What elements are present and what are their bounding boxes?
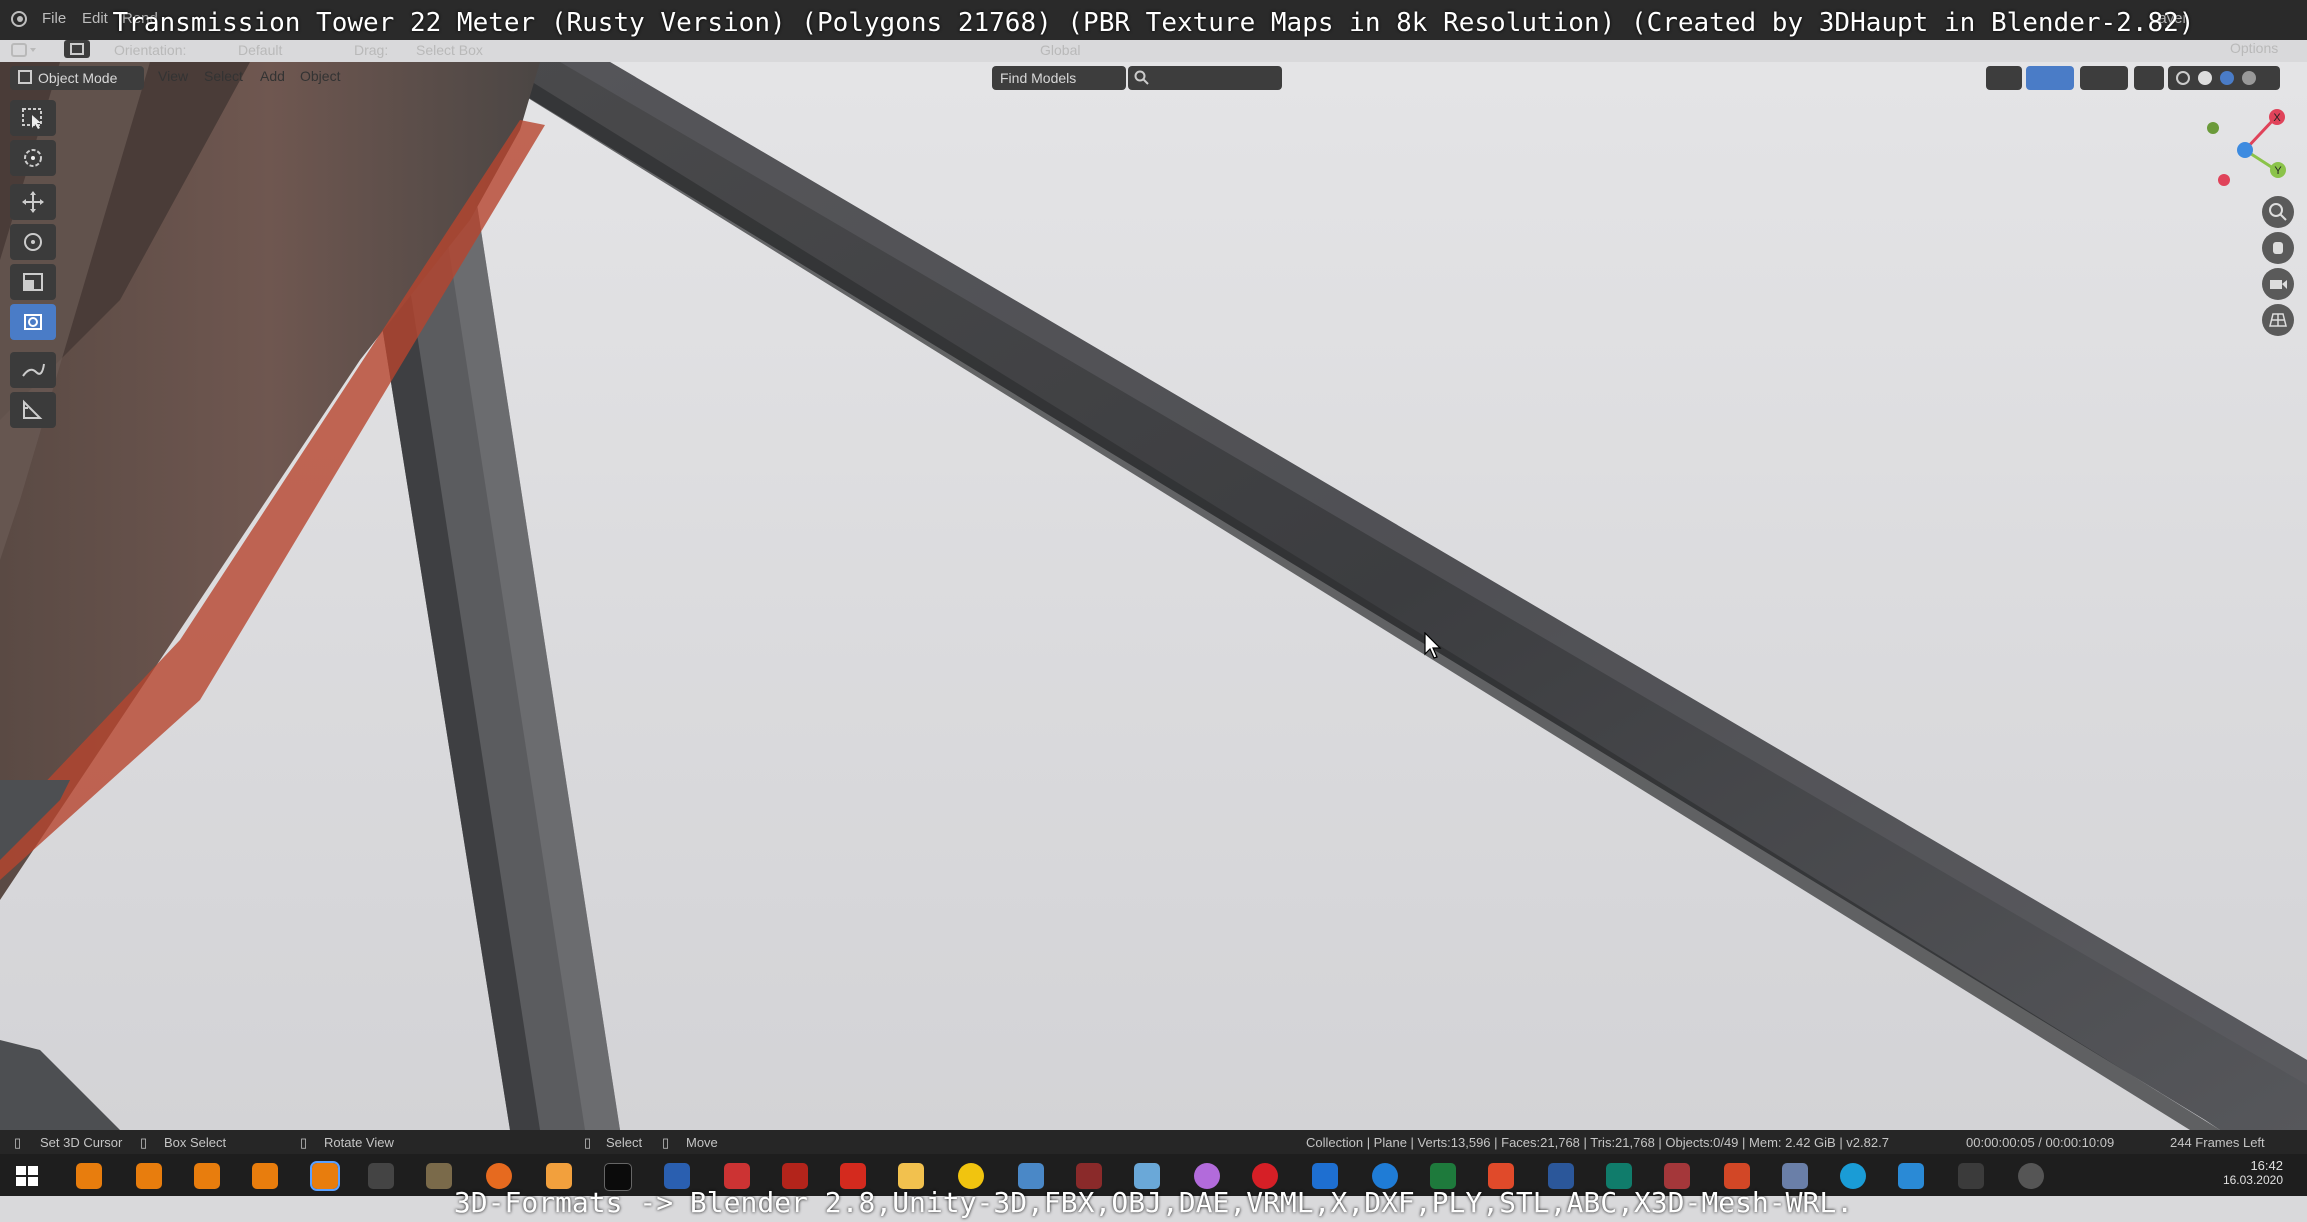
neg-y-axis-icon[interactable] — [2207, 122, 2219, 134]
3d-viewport[interactable] — [0, 62, 2307, 1130]
rendered-shading-icon[interactable] — [2242, 71, 2256, 85]
material-shading-icon[interactable] — [2220, 71, 2234, 85]
mouse-select-icon: ▯ — [584, 1135, 592, 1150]
move-tool-icon[interactable] — [10, 184, 56, 220]
select-box-tool-icon[interactable] — [10, 100, 56, 136]
status-rotate-view: Rotate View — [324, 1135, 394, 1150]
mouse-middle-icon: ▯ — [140, 1135, 148, 1150]
system-clock[interactable]: 16:42 16.03.2020 — [2223, 1158, 2283, 1187]
z-axis-icon[interactable] — [2237, 142, 2253, 158]
menu-select[interactable]: Select — [204, 68, 243, 84]
menu-add[interactable]: Add — [260, 68, 285, 84]
overlays-toggle-icon[interactable] — [2080, 66, 2128, 90]
object-mode-icon — [18, 70, 32, 84]
status-move: Move — [686, 1135, 718, 1150]
search-icon — [1134, 70, 1149, 85]
gizmo-toggle-icon[interactable] — [2026, 66, 2074, 90]
perspective-grid-icon[interactable] — [2262, 304, 2294, 336]
transform-tool-icon[interactable] — [10, 304, 56, 340]
camera-view-icon[interactable] — [2262, 268, 2294, 300]
mouse-right-icon: ▯ — [300, 1135, 308, 1150]
neg-x-axis-icon[interactable] — [2218, 174, 2230, 186]
menu-view[interactable]: View — [158, 68, 188, 84]
mouse-left-icon: ▯ — [14, 1135, 22, 1150]
y-axis-label: Y — [2274, 165, 2282, 177]
overlay-title-caption: Transmission Tower 22 Meter (Rusty Versi… — [112, 8, 2195, 38]
status-select: Select — [606, 1135, 643, 1150]
search-input[interactable] — [1128, 66, 1282, 90]
zoom-icon[interactable] — [2262, 196, 2294, 228]
shading-mode-buttons[interactable] — [2168, 66, 2280, 90]
mouse-move-icon: ▯ — [662, 1135, 670, 1150]
xray-toggle-icon[interactable] — [2134, 66, 2164, 90]
pan-hand-icon[interactable] — [2262, 232, 2294, 264]
wireframe-shading-icon[interactable] — [2176, 71, 2190, 85]
find-models-label: Find Models — [1000, 70, 1077, 86]
status-box-select: Box Select — [164, 1135, 227, 1150]
navigation-gizmo[interactable]: X Y — [2200, 104, 2290, 194]
scene-render — [0, 62, 2307, 1130]
frames-left: 244 Frames Left — [2170, 1135, 2265, 1150]
clock-time: 16:42 — [2250, 1158, 2283, 1173]
status-bar: ▯ Set 3D Cursor ▯ Box Select ▯ Rotate Vi… — [0, 1130, 2307, 1154]
visibility-toggle-icon[interactable] — [1986, 66, 2022, 90]
object-mode-label: Object Mode — [38, 70, 118, 86]
solid-shading-icon[interactable] — [2198, 71, 2212, 85]
measure-tool-icon[interactable] — [10, 392, 56, 428]
find-models-dropdown[interactable]: Find Models — [992, 66, 1126, 90]
scene-statistics: Collection | Plane | Verts:13,596 | Face… — [1306, 1135, 1889, 1150]
menu-object[interactable]: Object — [300, 68, 340, 84]
scale-tool-icon[interactable] — [10, 264, 56, 300]
cursor-tool-icon[interactable] — [10, 140, 56, 176]
mouse-cursor-icon — [1424, 632, 1442, 659]
x-axis-label: X — [2273, 112, 2281, 124]
rotate-tool-icon[interactable] — [10, 224, 56, 260]
object-mode-dropdown[interactable]: Object Mode — [10, 66, 144, 90]
status-set-cursor: Set 3D Cursor — [40, 1135, 123, 1150]
annotate-tool-icon[interactable] — [10, 352, 56, 388]
overlay-formats-caption: 3D-Formats -> Blender 2.8,Unity-3D,FBX,O… — [453, 1186, 1854, 1219]
timecode: 00:00:00:05 / 00:00:10:09 — [1966, 1135, 2115, 1150]
